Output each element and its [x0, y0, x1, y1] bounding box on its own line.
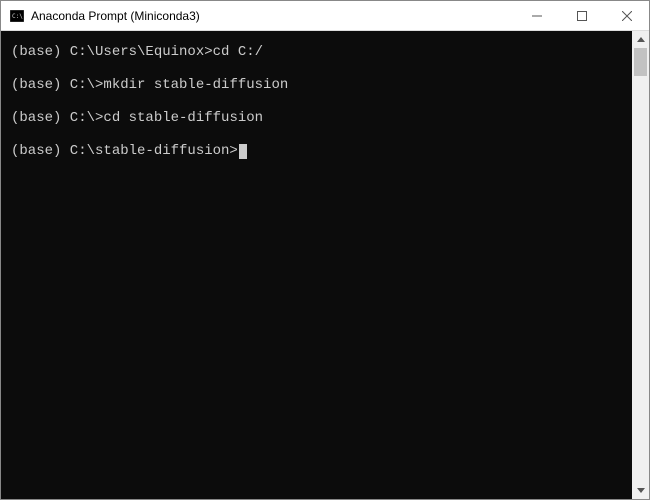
terminal-area[interactable]: (base) C:\Users\Equinox>cd C:/ (base) C:…	[1, 31, 632, 499]
prompt: (base) C:\>	[11, 77, 103, 93]
scroll-up-arrow-icon[interactable]	[632, 31, 649, 48]
svg-text:C:\: C:\	[12, 13, 23, 20]
minimize-button[interactable]	[514, 1, 559, 30]
window-title: Anaconda Prompt (Miniconda3)	[31, 9, 200, 23]
terminal-line: (base) C:\>cd stable-diffusion	[11, 109, 622, 128]
window-controls	[514, 1, 649, 30]
prompt: (base) C:\Users\Equinox>	[11, 44, 213, 60]
scroll-thumb[interactable]	[634, 48, 647, 76]
terminal-line: (base) C:\>mkdir stable-diffusion	[11, 76, 622, 95]
vertical-scrollbar[interactable]	[632, 31, 649, 499]
cursor	[239, 144, 247, 159]
scroll-track[interactable]	[632, 48, 649, 482]
terminal-line: (base) C:\stable-diffusion>	[11, 142, 622, 161]
command-text: cd stable-diffusion	[103, 110, 263, 126]
titlebar-left: C:\ Anaconda Prompt (Miniconda3)	[9, 8, 200, 24]
maximize-button[interactable]	[559, 1, 604, 30]
prompt: (base) C:\>	[11, 110, 103, 126]
prompt: (base) C:\stable-diffusion>	[11, 143, 238, 159]
command-text: mkdir stable-diffusion	[103, 77, 288, 93]
titlebar[interactable]: C:\ Anaconda Prompt (Miniconda3)	[1, 1, 649, 31]
window-body: (base) C:\Users\Equinox>cd C:/ (base) C:…	[1, 31, 649, 499]
app-window: C:\ Anaconda Prompt (Miniconda3) (base) …	[0, 0, 650, 500]
terminal-icon: C:\	[9, 8, 25, 24]
terminal-line: (base) C:\Users\Equinox>cd C:/	[11, 43, 622, 62]
command-text: cd C:/	[213, 44, 263, 60]
close-button[interactable]	[604, 1, 649, 30]
scroll-down-arrow-icon[interactable]	[632, 482, 649, 499]
